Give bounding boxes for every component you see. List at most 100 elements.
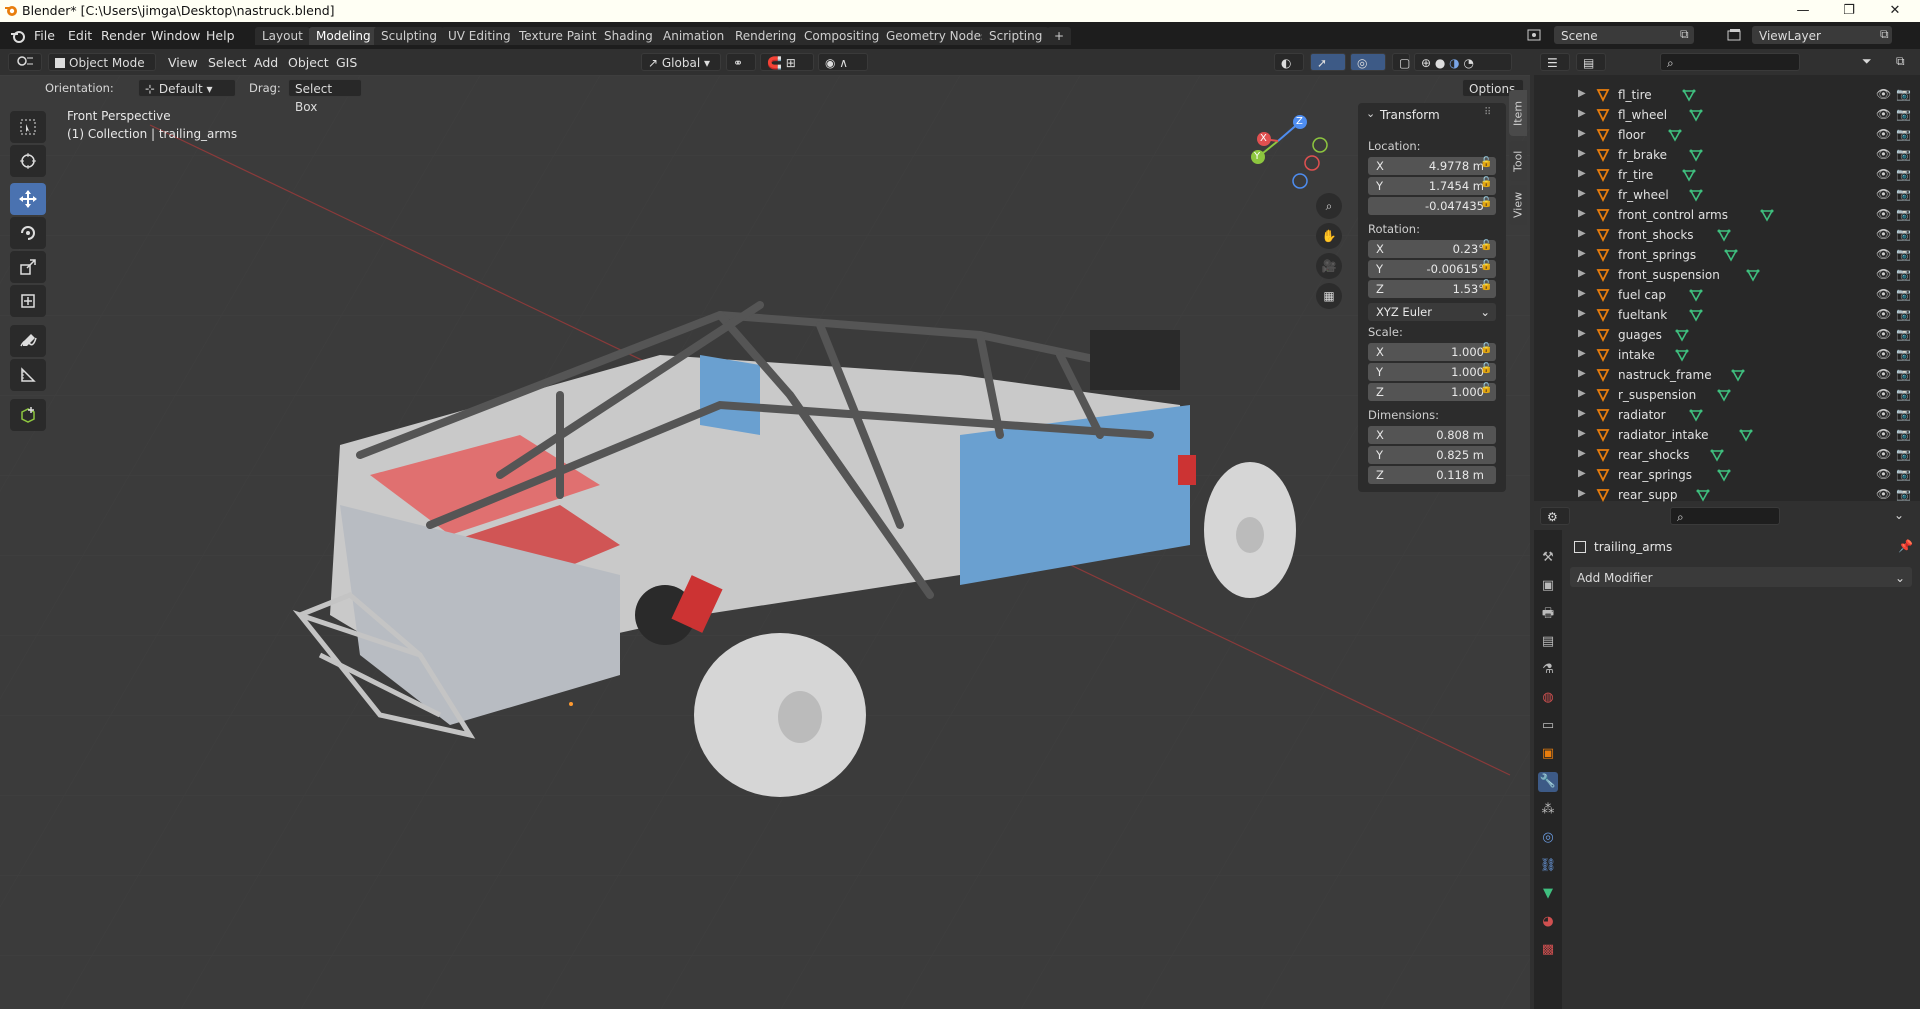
expand-arrow-icon[interactable]: ▶ — [1578, 168, 1586, 179]
rotate-tool-icon[interactable] — [10, 217, 46, 249]
render-icon[interactable]: ▣ — [1538, 576, 1558, 596]
expand-arrow-icon[interactable]: ▶ — [1578, 308, 1586, 319]
menu-file[interactable]: File — [34, 28, 55, 43]
expand-arrow-icon[interactable]: ▶ — [1578, 488, 1586, 499]
tab-sculpting[interactable]: Sculpting — [374, 27, 445, 45]
expand-arrow-icon[interactable]: ▶ — [1578, 348, 1586, 359]
menu-edit[interactable]: Edit — [68, 28, 92, 43]
render-camera-icon[interactable]: 📷 — [1896, 427, 1911, 441]
render-camera-icon[interactable]: 📷 — [1896, 147, 1911, 161]
tab-animation[interactable]: Animation — [656, 27, 732, 45]
tab-uv-editing[interactable]: UV Editing — [441, 27, 518, 45]
lock-icon[interactable]: 🔓 — [1480, 197, 1492, 208]
outliner-row[interactable]: ▶ fr_brake 👁 📷 — [1534, 145, 1920, 165]
expand-arrow-icon[interactable]: ▶ — [1578, 448, 1586, 459]
render-camera-icon[interactable]: 📷 — [1896, 227, 1911, 241]
outliner-row[interactable]: ▶ rear_springs 👁 📷 — [1534, 465, 1920, 485]
viewport-menu-view[interactable]: View — [168, 55, 198, 70]
location-x-field[interactable]: X 4.9778 m — [1368, 157, 1496, 175]
outliner-row[interactable]: ▶ front_control arms 👁 📷 — [1534, 205, 1920, 225]
drag-dropdown[interactable]: Select Box — [288, 79, 362, 114]
add-workspace-button[interactable]: + — [1047, 27, 1072, 45]
editor-type-button[interactable] — [8, 53, 42, 71]
visibility-eye-icon[interactable]: 👁 — [1876, 107, 1891, 121]
overlay-toggle-icon[interactable]: ◎ — [1350, 53, 1386, 71]
output-icon[interactable]: 🖶 — [1538, 604, 1558, 624]
visibility-eye-icon[interactable]: 👁 — [1876, 167, 1891, 181]
copy-scene-icon[interactable]: ⧉ — [1680, 27, 1689, 42]
outliner-row[interactable]: ▶ front_springs 👁 📷 — [1534, 245, 1920, 265]
lock-icon[interactable]: 🔓 — [1480, 260, 1492, 271]
scale-y-field[interactable]: Y 1.000 — [1368, 363, 1496, 381]
render-camera-icon[interactable]: 📷 — [1896, 107, 1911, 121]
expand-arrow-icon[interactable]: ▶ — [1578, 148, 1586, 159]
mode-selector[interactable]: Object Mode ▾ — [48, 53, 156, 88]
orientation-dropdown[interactable]: ⊹ Default ▾ — [138, 79, 236, 97]
visibility-eye-icon[interactable]: 👁 — [1876, 127, 1891, 141]
outliner-row[interactable]: ▶ front_shocks 👁 📷 — [1534, 225, 1920, 245]
snap-icon[interactable]: 🧲 ⊞ — [760, 53, 814, 71]
grid-view-icon[interactable]: ▦ — [1316, 283, 1342, 309]
expand-arrow-icon[interactable]: ▶ — [1578, 188, 1586, 199]
transform-orientation-selector[interactable]: ↗ Global ▾ — [641, 53, 721, 71]
menu-render[interactable]: Render — [101, 28, 146, 43]
outliner-row[interactable]: ▶ fuel cap 👁 📷 — [1534, 285, 1920, 305]
tab-view[interactable]: View — [1509, 185, 1527, 225]
cursor-tool-icon[interactable] — [10, 145, 46, 177]
new-collection-icon[interactable]: ⧉ — [1896, 54, 1905, 69]
visibility-eye-icon[interactable]: 👁 — [1876, 387, 1891, 401]
tab-tool[interactable]: Tool — [1509, 141, 1527, 181]
tab-modeling[interactable]: Modeling — [309, 27, 378, 45]
expand-arrow-icon[interactable]: ▶ — [1578, 108, 1586, 119]
render-camera-icon[interactable]: 📷 — [1896, 167, 1911, 181]
constraints-icon[interactable]: ⛓ — [1538, 856, 1558, 876]
outliner-row[interactable]: ▶ fl_tire 👁 📷 — [1534, 85, 1920, 105]
visibility-icon[interactable]: ◐ — [1274, 53, 1304, 71]
outliner-row[interactable]: ▶ floor 👁 📷 — [1534, 125, 1920, 145]
render-camera-icon[interactable]: 📷 — [1896, 447, 1911, 461]
outliner-row[interactable]: ▶ rear_supp 👁 📷 — [1534, 485, 1920, 505]
tab-texture-paint[interactable]: Texture Paint — [512, 27, 604, 45]
lock-icon[interactable]: 🔓 — [1480, 383, 1492, 394]
visibility-eye-icon[interactable]: 👁 — [1876, 307, 1891, 321]
visibility-eye-icon[interactable]: 👁 — [1876, 467, 1891, 481]
render-camera-icon[interactable]: 📷 — [1896, 467, 1911, 481]
rotation-y-field[interactable]: Y -0.00615° — [1368, 260, 1496, 278]
tab-item[interactable]: Item — [1509, 90, 1527, 136]
render-camera-icon[interactable]: 📷 — [1896, 387, 1911, 401]
render-camera-icon[interactable]: 📷 — [1896, 127, 1911, 141]
outliner-row[interactable]: ▶ fr_wheel 👁 📷 — [1534, 185, 1920, 205]
pan-hand-icon[interactable]: ✋ — [1316, 223, 1342, 249]
object-props-icon[interactable]: ▣ — [1538, 744, 1558, 764]
properties-search-input[interactable]: ⌕ — [1670, 507, 1780, 525]
render-camera-icon[interactable]: 📷 — [1896, 247, 1911, 261]
material-icon[interactable]: ◕ — [1538, 912, 1558, 932]
outliner-row[interactable]: ▶ r_suspension 👁 📷 — [1534, 385, 1920, 405]
menu-window[interactable]: Window — [151, 28, 200, 43]
outliner-row[interactable]: ▶ rear_shocks 👁 📷 — [1534, 445, 1920, 465]
physics-icon[interactable]: ◎ — [1538, 828, 1558, 848]
expand-arrow-icon[interactable]: ▶ — [1578, 368, 1586, 379]
lock-icon[interactable]: 🔓 — [1480, 177, 1492, 188]
visibility-eye-icon[interactable]: 👁 — [1876, 327, 1891, 341]
location-z-field[interactable]: -0.047435 — [1368, 197, 1496, 215]
tab-layout[interactable]: Layout — [255, 27, 310, 45]
visibility-eye-icon[interactable]: 👁 — [1876, 287, 1891, 301]
visibility-eye-icon[interactable]: 👁 — [1876, 227, 1891, 241]
view-layer-props-icon[interactable]: ▤ — [1538, 632, 1558, 652]
collapse-chevron-icon[interactable]: ⌄ — [1366, 107, 1375, 120]
expand-arrow-icon[interactable]: ▶ — [1578, 388, 1586, 399]
tool-settings-icon[interactable]: ⚒ — [1538, 548, 1558, 568]
render-camera-icon[interactable]: 📷 — [1896, 327, 1911, 341]
expand-arrow-icon[interactable]: ▶ — [1578, 468, 1586, 479]
view-layer-selector[interactable]: ViewLayer — [1752, 26, 1892, 44]
close-button[interactable]: ✕ — [1872, 0, 1918, 22]
annotate-tool-icon[interactable] — [10, 325, 46, 357]
rotation-x-field[interactable]: X 0.23° — [1368, 240, 1496, 258]
dimensions-x-field[interactable]: X 0.808 m — [1368, 426, 1496, 444]
gizmo-toggle-icon[interactable]: ➚ — [1310, 53, 1346, 71]
scene-selector[interactable]: Scene — [1554, 26, 1694, 44]
tab-scripting[interactable]: Scripting — [982, 27, 1050, 45]
viewport-menu-select[interactable]: Select — [208, 55, 247, 70]
expand-arrow-icon[interactable]: ▶ — [1578, 428, 1586, 439]
